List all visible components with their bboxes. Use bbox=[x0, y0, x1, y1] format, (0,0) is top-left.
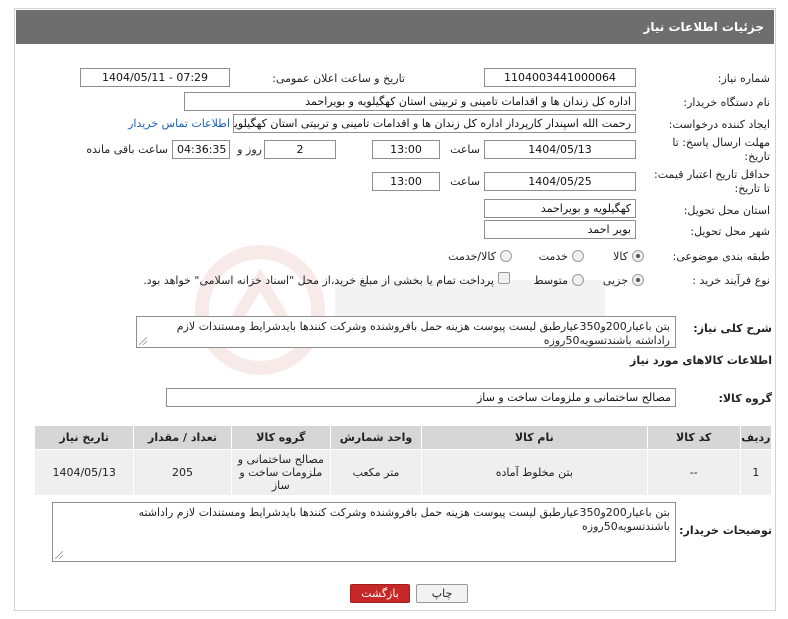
goods-group-field[interactable]: مصالح ساختمانی و ملزومات ساخت و ساز bbox=[166, 388, 676, 407]
process-radio-medium[interactable] bbox=[572, 274, 584, 286]
col-name: نام کالا bbox=[421, 425, 648, 450]
col-group: گروه کالا bbox=[230, 425, 331, 450]
cell-row: 1 bbox=[739, 449, 773, 496]
cell-qty: 205 bbox=[133, 449, 232, 496]
description-text: بتن باعیار200و350عیارطبق لیست پیوست هزین… bbox=[176, 320, 670, 347]
goods-section-title: اطلاعات کالاهای مورد نیاز bbox=[630, 354, 772, 367]
process-label: نوع فرآیند خرید : bbox=[692, 274, 770, 287]
category-option-service: خدمت bbox=[538, 250, 568, 263]
back-button[interactable]: بازگشت bbox=[350, 584, 410, 603]
announce-date-field[interactable]: 1404/05/11 - 07:29 bbox=[80, 68, 230, 87]
need-number-label: شماره نیاز: bbox=[717, 72, 770, 85]
deadline-time-field[interactable]: 13:00 bbox=[372, 140, 440, 159]
deadline-label-date: تاریخ: bbox=[744, 150, 770, 163]
cell-name: بتن مخلوط آماده bbox=[421, 449, 648, 496]
validity-label: حداقل تاریخ اعتبار قیمت: bbox=[654, 168, 770, 181]
panel-header: جزئیات اطلاعات نیاز bbox=[16, 10, 774, 44]
deadline-time-label: ساعت bbox=[450, 143, 480, 156]
cell-unit: متر مکعب bbox=[329, 449, 423, 496]
goods-table: ردیف کد کالا نام کالا واحد شمارش گروه کا… bbox=[33, 425, 773, 496]
deadline-label: مهلت ارسال پاسخ: تا bbox=[672, 136, 770, 149]
category-label: طبقه بندی موضوعی: bbox=[672, 250, 770, 263]
validity-time-field[interactable]: 13:00 bbox=[372, 172, 440, 191]
cell-code: -- bbox=[646, 449, 741, 496]
time-remaining-field[interactable]: 04:36:35 bbox=[172, 140, 230, 159]
buyer-org-label: نام دستگاه خریدار: bbox=[683, 96, 770, 109]
buyer-notes-textarea[interactable]: بتن باعیار200و350عیارطبق لیست پیوست هزین… bbox=[52, 502, 676, 562]
category-radio-goods[interactable] bbox=[632, 250, 644, 262]
province-label: استان محل تحویل: bbox=[683, 204, 770, 217]
cell-date: 1404/05/13 bbox=[33, 449, 135, 496]
need-number-field[interactable]: 1104003441000064 bbox=[484, 68, 636, 87]
col-row: ردیف bbox=[739, 425, 773, 450]
days-remaining-field[interactable]: 2 bbox=[264, 140, 336, 159]
announce-date-label: تاریخ و ساعت اعلان عمومی: bbox=[272, 72, 405, 85]
col-unit: واحد شمارش bbox=[329, 425, 423, 450]
goods-table-header: ردیف کد کالا نام کالا واحد شمارش گروه کا… bbox=[33, 425, 773, 450]
validity-label-date: تا تاریخ: bbox=[734, 182, 770, 195]
days-label: روز و bbox=[237, 143, 262, 156]
category-option-goods-service: کالا/خدمت bbox=[448, 250, 496, 263]
resize-grip-icon[interactable] bbox=[55, 551, 63, 559]
table-row[interactable]: 1 -- بتن مخلوط آماده متر مکعب مصالح ساخت… bbox=[33, 449, 773, 496]
deadline-date-field[interactable]: 1404/05/13 bbox=[484, 140, 636, 159]
col-code: کد کالا bbox=[646, 425, 741, 450]
city-field[interactable]: بویر احمد bbox=[484, 220, 636, 239]
category-option-goods: کالا bbox=[613, 250, 628, 263]
print-button[interactable]: چاپ bbox=[416, 584, 468, 603]
treasury-checkbox[interactable] bbox=[498, 272, 510, 284]
validity-date-field[interactable]: 1404/05/25 bbox=[484, 172, 636, 191]
treasury-payment-note: پرداخت تمام یا بخشی از مبلغ خرید،از محل … bbox=[143, 274, 494, 287]
city-label: شهر محل تحویل: bbox=[690, 225, 770, 238]
resize-grip-icon[interactable] bbox=[139, 337, 147, 345]
province-field[interactable]: کهگیلویه و بویراحمد bbox=[484, 199, 636, 218]
col-date: تاریخ نیاز bbox=[33, 425, 135, 450]
col-qty: تعداد / مقدار bbox=[133, 425, 232, 450]
buyer-notes-label: توضیحات خریدار: bbox=[679, 524, 772, 537]
buyer-notes-text: بتن باعیار200و350عیارطبق لیست پیوست هزین… bbox=[138, 506, 670, 533]
goods-group-label: گروه کالا: bbox=[718, 392, 772, 405]
category-radio-goods-service[interactable] bbox=[500, 250, 512, 262]
description-textarea[interactable]: بتن باعیار200و350عیارطبق لیست پیوست هزین… bbox=[136, 316, 676, 348]
buyer-contact-link[interactable]: اطلاعات تماس خریدار bbox=[118, 117, 230, 130]
validity-time-label: ساعت bbox=[450, 175, 480, 188]
cell-group: مصالح ساختمانی و ملزومات ساخت و ساز bbox=[230, 449, 331, 496]
buyer-org-field[interactable]: اداره کل زندان ها و اقدامات تامینی و ترب… bbox=[184, 92, 636, 111]
process-radio-minor[interactable] bbox=[632, 274, 644, 286]
process-option-medium: متوسط bbox=[533, 274, 568, 287]
creator-field[interactable]: رحمت الله اسپندار کارپرداز اداره کل زندا… bbox=[233, 114, 636, 133]
creator-label: ایجاد کننده درخواست: bbox=[668, 118, 770, 131]
time-remaining-label: ساعت باقی مانده bbox=[86, 143, 168, 156]
process-option-minor: جزیی bbox=[602, 274, 628, 287]
category-radio-service[interactable] bbox=[572, 250, 584, 262]
description-label: شرح کلی نیاز: bbox=[693, 322, 772, 335]
